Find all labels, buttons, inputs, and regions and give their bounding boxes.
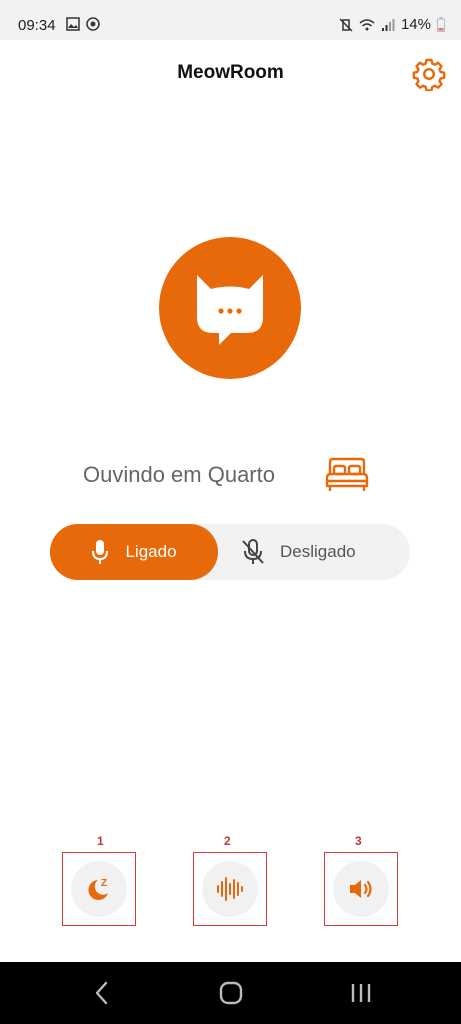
room-selector[interactable] xyxy=(324,456,370,499)
sound-button[interactable] xyxy=(202,861,258,917)
wifi-icon xyxy=(359,18,375,30)
microphone-icon xyxy=(92,540,109,564)
status-system-icons: 14% xyxy=(339,16,445,33)
listening-toggle: Ligado Desligado xyxy=(50,524,410,580)
sleep-button[interactable]: Z xyxy=(71,861,127,917)
status-notification-icons xyxy=(66,17,100,31)
status-bar: 09:34 14% xyxy=(0,0,461,40)
listening-text: Ouvindo em Quarto xyxy=(83,462,275,487)
nav-back-button[interactable] xyxy=(90,980,114,1011)
image-notification-icon xyxy=(66,17,80,31)
battery-icon xyxy=(437,17,445,32)
action-number-2: 2 xyxy=(224,834,231,848)
bed-icon xyxy=(325,457,369,491)
microphone-off-icon xyxy=(242,539,264,564)
back-icon xyxy=(95,981,108,1005)
settings-button[interactable] xyxy=(412,57,446,92)
app-notification-icon xyxy=(86,17,100,31)
sound-action-highlight xyxy=(193,852,267,926)
home-icon xyxy=(219,981,243,1005)
svg-text:Z: Z xyxy=(101,878,107,889)
system-navigation-bar xyxy=(0,962,461,1024)
recents-icon xyxy=(351,984,371,1002)
sleep-moon-icon: Z xyxy=(88,878,108,900)
sound-wave-icon xyxy=(217,877,243,901)
app-logo xyxy=(159,237,301,379)
toggle-off-button[interactable]: Desligado xyxy=(240,524,410,580)
action-number-1: 1 xyxy=(97,834,104,848)
toggle-on-button[interactable]: Ligado xyxy=(50,524,218,580)
toggle-off-label: Desligado xyxy=(280,542,356,561)
battery-percentage: 14% xyxy=(400,16,431,33)
vibrate-mute-icon xyxy=(339,17,353,32)
app-title: MeowRoom xyxy=(177,62,284,83)
speaker-action-highlight xyxy=(324,852,398,926)
sleep-action-highlight: Z xyxy=(62,852,136,926)
action-number-3: 3 xyxy=(355,834,362,848)
speaker-button[interactable] xyxy=(333,861,389,917)
cat-chat-icon xyxy=(197,275,263,345)
toggle-on-label: Ligado xyxy=(125,542,177,561)
nav-home-button[interactable] xyxy=(218,980,244,1011)
signal-icon xyxy=(381,18,395,31)
gear-icon xyxy=(412,58,446,92)
listening-status: Ouvindo em Quarto xyxy=(0,454,461,494)
speaker-icon xyxy=(350,880,372,898)
status-time: 09:34 xyxy=(18,17,56,34)
nav-recents-button[interactable] xyxy=(348,980,374,1011)
